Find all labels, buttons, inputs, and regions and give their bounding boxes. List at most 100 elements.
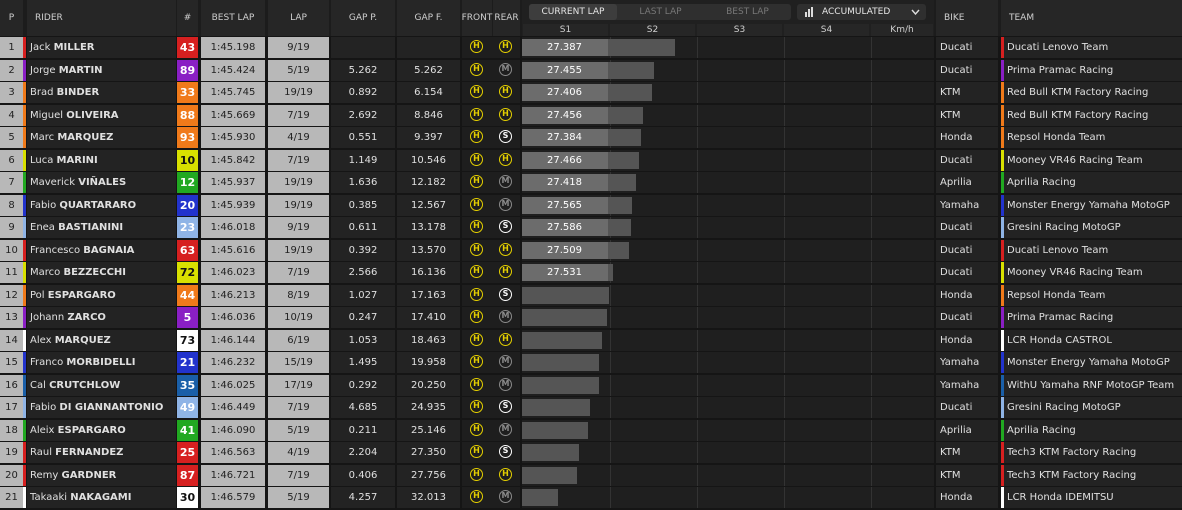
sector-divider [697, 329, 698, 351]
rider-team-stripe [23, 127, 26, 148]
s1-time: 27.406 [547, 87, 582, 98]
rider-name[interactable]: Franco MORBIDELLI [27, 352, 176, 373]
table-row[interactable]: 15 Franco MORBIDELLI 21 1:46.232 15/19 1.495 1… [0, 352, 1182, 373]
sector-track [522, 487, 934, 508]
rider-last-name: DI GIANNANTONIO [59, 402, 164, 413]
header-bike[interactable]: BIKE [936, 0, 998, 36]
gap-prev-cell: 1.149 [331, 149, 395, 171]
header-s1[interactable]: S1 [523, 24, 608, 36]
sector-divider [784, 37, 785, 58]
rear-tyre-icon: H [499, 85, 512, 98]
table-row[interactable]: 11 Marco BEZZECCHI 72 1:46.023 7/19 2.566 16.1… [0, 262, 1182, 283]
rider-team-stripe [23, 419, 26, 441]
team-cell: Red Bull KTM Factory Racing [1004, 104, 1182, 126]
table-row[interactable]: 10 Francesco BAGNAIA 63 1:45.616 19/19 0.392 1… [0, 239, 1182, 261]
header-gap-first[interactable]: GAP F. [397, 0, 460, 36]
rear-tyre-icon: M [499, 310, 512, 323]
rider-team-stripe [23, 149, 26, 171]
header-best-lap[interactable]: BEST LAP [201, 0, 265, 36]
table-row[interactable]: 16 Cal CRUTCHLOW 35 1:46.025 17/19 0.292 20.25… [0, 374, 1182, 396]
header-s3[interactable]: S3 [697, 24, 782, 36]
table-row[interactable]: 14 Alex MARQUEZ 73 1:46.144 6/19 1.053 18.463 H… [0, 329, 1182, 351]
table-row[interactable]: 4 Miguel OLIVEIRA 88 1:45.669 7/19 2.692 8.846… [0, 104, 1182, 126]
rider-name[interactable]: Enea BASTIANINI [27, 217, 176, 238]
rider-name[interactable]: Alex MARQUEZ [27, 329, 176, 351]
table-row[interactable]: 21 Takaaki NAKAGAMI 30 1:46.579 5/19 4.257 32.… [0, 487, 1182, 508]
rider-name[interactable]: Jorge MARTIN [27, 59, 176, 81]
tab-last-lap[interactable]: LAST LAP [617, 4, 704, 20]
best-lap-cell: 1:46.144 [201, 329, 265, 351]
table-row[interactable]: 2 Jorge MARTIN 89 1:45.424 5/19 5.262 5.262 H M 2… [0, 59, 1182, 81]
rider-name[interactable]: Johann ZARCO [27, 307, 176, 328]
table-row[interactable]: 7 Maverick VIÑALES 12 1:45.937 19/19 1.636 12.… [0, 172, 1182, 193]
table-row[interactable]: 3 Brad BINDER 33 1:45.745 19/19 0.892 6.154 H H 2… [0, 82, 1182, 103]
rider-first-name: Takaaki [30, 492, 68, 503]
rider-name[interactable]: Luca MARINI [27, 149, 176, 171]
rider-name[interactable]: Maverick VIÑALES [27, 172, 176, 193]
sector-divider [697, 172, 698, 193]
rider-name[interactable]: Brad BINDER [27, 82, 176, 103]
sector-divider [784, 419, 785, 441]
tab-current-lap[interactable]: CURRENT LAP [529, 4, 617, 20]
rider-number-badge: 20 [177, 194, 198, 216]
table-row[interactable]: 1 Jack MILLER 43 1:45.198 9/19 H H 27.387 Ducati… [0, 37, 1182, 58]
header-rear-tyre[interactable]: REAR [493, 0, 520, 36]
table-row[interactable]: 20 Remy GARDNER 87 1:46.721 7/19 0.406 27.756 H… [0, 464, 1182, 486]
rider-name[interactable]: Jack MILLER [27, 37, 176, 58]
team-cell: Gresini Racing MotoGP [1004, 397, 1182, 418]
accumulated-dropdown[interactable]: ACCUMULATED [797, 4, 926, 20]
rider-name[interactable]: Fabio QUARTARARO [27, 194, 176, 216]
rider-number-badge: 44 [177, 284, 198, 306]
rider-number-badge: 5 [177, 307, 198, 328]
header-lap[interactable]: LAP [268, 0, 329, 36]
rear-tyre-icon: M [499, 175, 512, 188]
tab-best-lap[interactable]: BEST LAP [704, 4, 791, 20]
table-row[interactable]: 18 Aleix ESPARGARO 41 1:46.090 5/19 0.211 25.1… [0, 419, 1182, 441]
rider-name[interactable]: Remy GARDNER [27, 464, 176, 486]
rider-name[interactable]: Raul FERNANDEZ [27, 442, 176, 463]
table-row[interactable]: 17 Fabio DI GIANNANTONIO 49 1:46.449 7/19 4.6… [0, 397, 1182, 418]
table-row[interactable]: 9 Enea BASTIANINI 23 1:46.018 9/19 0.611 13.17… [0, 217, 1182, 238]
rider-last-name: ZARCO [67, 312, 106, 323]
header-team[interactable]: TEAM [1001, 0, 1182, 36]
best-lap-cell: 1:46.018 [201, 217, 265, 238]
header-s4[interactable]: S4 [784, 24, 869, 36]
table-row[interactable]: 13 Johann ZARCO 5 1:46.036 10/19 0.247 17.410 H… [0, 307, 1182, 328]
header-rider[interactable]: RIDER [27, 0, 176, 36]
sector-track [522, 307, 934, 328]
header-pos[interactable]: P [0, 0, 23, 36]
rider-first-name: Fabio [30, 402, 57, 413]
table-row[interactable]: 5 Marc MARQUEZ 93 1:45.930 4/19 0.551 9.397 H S 2… [0, 127, 1182, 148]
rider-name[interactable]: Francesco BAGNAIA [27, 239, 176, 261]
sector-divider [784, 104, 785, 126]
header-kmh[interactable]: Km/h [871, 24, 933, 36]
header-front-tyre[interactable]: FRONT [462, 0, 492, 36]
table-row[interactable]: 19 Raul FERNANDEZ 25 1:46.563 4/19 2.204 27.35… [0, 442, 1182, 463]
rider-name[interactable]: Marc MARQUEZ [27, 127, 176, 148]
rider-name[interactable]: Takaaki NAKAGAMI [27, 487, 176, 508]
sector-divider [784, 59, 785, 81]
header-s2[interactable]: S2 [610, 24, 695, 36]
rear-tyre-icon: H [499, 467, 512, 481]
s1-time [522, 420, 547, 441]
gap-prev-cell: 2.692 [331, 104, 395, 126]
sector-divider [784, 374, 785, 396]
rider-name[interactable]: Marco BEZZECCHI [27, 262, 176, 283]
rider-name[interactable]: Aleix ESPARGARO [27, 419, 176, 441]
rider-name[interactable]: Pol ESPARGARO [27, 284, 176, 306]
best-lap-cell: 1:45.745 [201, 82, 265, 103]
sector-divider [697, 374, 698, 396]
table-row[interactable]: 6 Luca MARINI 10 1:45.842 7/19 1.149 10.546 H H 2… [0, 149, 1182, 171]
sector-divider [871, 149, 872, 171]
header-gap-prev[interactable]: GAP P. [331, 0, 395, 36]
rider-name[interactable]: Cal CRUTCHLOW [27, 374, 176, 396]
rider-name[interactable]: Fabio DI GIANNANTONIO [27, 397, 176, 418]
table-row[interactable]: 8 Fabio QUARTARARO 20 1:45.939 19/19 0.385 12.… [0, 194, 1182, 216]
header-number[interactable]: # [177, 0, 198, 36]
rider-number-badge: 93 [177, 127, 198, 148]
rider-team-stripe [23, 239, 26, 261]
sector-divider [784, 307, 785, 328]
rider-name[interactable]: Miguel OLIVEIRA [27, 104, 176, 126]
table-row[interactable]: 12 Pol ESPARGARO 44 1:46.213 8/19 1.027 17.163… [0, 284, 1182, 306]
bike-cell: Yamaha [936, 352, 998, 373]
